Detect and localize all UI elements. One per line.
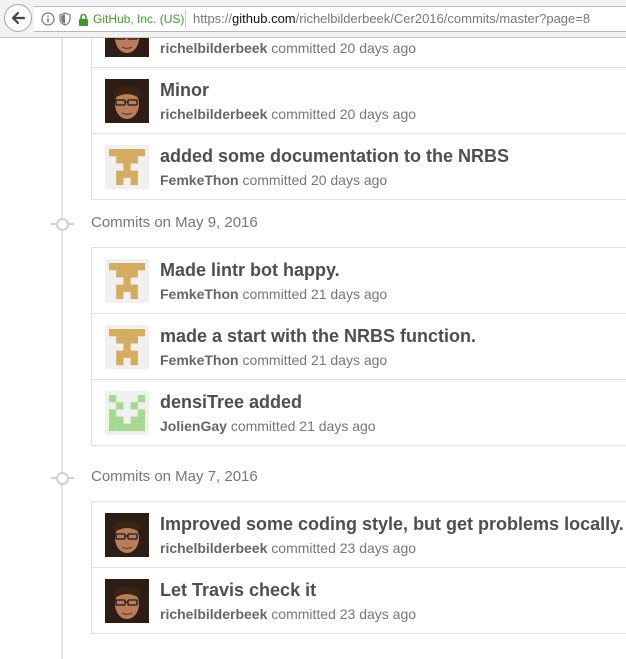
avatar[interactable] — [105, 79, 149, 123]
commit-author[interactable]: richelbilderbeek — [160, 106, 267, 122]
avatar[interactable] — [105, 145, 149, 189]
commit-time[interactable]: 20 days ago — [340, 40, 416, 56]
commit-message[interactable]: Improved some coding style, but get prob… — [160, 514, 624, 535]
back-arrow-icon — [11, 11, 26, 25]
commit-item: Minor richelbilderbeek committed 20 days… — [92, 68, 626, 134]
url-field[interactable]: GitHub, Inc. (US) https://github.com/ric… — [34, 6, 626, 32]
commit-time[interactable]: 20 days ago — [311, 172, 387, 188]
url-scheme: https:// — [193, 11, 233, 26]
avatar[interactable] — [105, 579, 149, 623]
commit-item: Improved some coding style, but get prob… — [92, 502, 626, 568]
info-icon[interactable] — [41, 12, 55, 26]
commit-verb: committed — [271, 40, 336, 56]
commit-item: Let Travis check it richelbilderbeek com… — [92, 568, 626, 634]
commit-time[interactable]: 21 days ago — [311, 352, 387, 368]
commit-item: added some documentation to the NRBS Fem… — [92, 134, 626, 200]
commit-time[interactable]: 21 days ago — [299, 418, 375, 434]
commit-meta: FemkeThon committed 20 days ago — [160, 172, 387, 188]
commit-item: made a start with the NRBS function. Fem… — [92, 314, 626, 380]
commit-meta: richelbilderbeek committed 20 days ago — [160, 40, 416, 56]
tracking-shield-icon[interactable] — [59, 12, 71, 26]
commit-verb: committed — [271, 106, 336, 122]
avatar[interactable] — [105, 38, 149, 57]
commit-author[interactable]: richelbilderbeek — [160, 540, 267, 556]
commit-meta: richelbilderbeek committed 20 days ago — [160, 106, 416, 122]
commit-verb: committed — [230, 418, 296, 434]
commit-time[interactable]: 21 days ago — [311, 286, 387, 302]
commit-date-label: Commits on May 7, 2016 — [91, 468, 258, 485]
commit-author[interactable]: FemkeThon — [160, 172, 239, 188]
avatar[interactable] — [105, 259, 149, 303]
commit-verb: committed — [271, 606, 336, 622]
commit-item: richelbilderbeek committed 20 days ago — [92, 38, 626, 68]
url-path: /richelbilderbeek/Cer2016/commits/master… — [295, 11, 591, 26]
url-separator — [185, 10, 186, 28]
avatar[interactable] — [105, 391, 149, 435]
commit-list-1: Made lintr bot happy. FemkeThon committe… — [91, 247, 626, 446]
commit-list-2: Improved some coding style, but get prob… — [91, 501, 626, 634]
commit-author[interactable]: JolienGay — [160, 418, 227, 434]
commit-date-label: Commits on May 9, 2016 — [91, 214, 258, 231]
commit-message[interactable]: Made lintr bot happy. — [160, 260, 340, 281]
commit-message[interactable]: made a start with the NRBS function. — [160, 326, 476, 347]
commit-time[interactable]: 20 days ago — [340, 106, 416, 122]
avatar[interactable] — [105, 513, 149, 557]
timeline-line — [61, 38, 63, 659]
commit-meta: richelbilderbeek committed 23 days ago — [160, 540, 416, 556]
url-text[interactable]: https://github.com/richelbilderbeek/Cer2… — [193, 11, 590, 26]
site-identity-label[interactable]: GitHub, Inc. (US) — [93, 12, 184, 26]
commit-author[interactable]: richelbilderbeek — [160, 606, 267, 622]
commit-history: richelbilderbeek committed 20 days ago M… — [0, 38, 626, 659]
commit-meta: JolienGay committed 21 days ago — [160, 418, 376, 434]
commit-author[interactable]: richelbilderbeek — [160, 40, 267, 56]
browser-toolbar: GitHub, Inc. (US) https://github.com/ric… — [0, 0, 626, 38]
commit-item: Made lintr bot happy. FemkeThon committe… — [92, 248, 626, 314]
commit-meta: FemkeThon committed 21 days ago — [160, 352, 387, 368]
commit-message[interactable]: densiTree added — [160, 392, 302, 413]
url-domain: github.com — [232, 11, 296, 26]
back-button[interactable] — [4, 4, 32, 32]
commit-message[interactable]: added some documentation to the NRBS — [160, 146, 509, 167]
commit-dot-icon — [51, 472, 74, 485]
commit-verb: committed — [242, 172, 308, 188]
commit-verb: committed — [271, 540, 336, 556]
commit-verb: committed — [242, 286, 308, 302]
commit-meta: FemkeThon committed 21 days ago — [160, 286, 387, 302]
commit-verb: committed — [242, 352, 308, 368]
commit-meta: richelbilderbeek committed 23 days ago — [160, 606, 416, 622]
commit-author[interactable]: FemkeThon — [160, 286, 239, 302]
commit-item: densiTree added JolienGay committed 21 d… — [92, 380, 626, 446]
commit-list-0: richelbilderbeek committed 20 days ago M… — [91, 38, 626, 200]
commit-time[interactable]: 23 days ago — [340, 606, 416, 622]
commit-message[interactable]: Let Travis check it — [160, 580, 316, 601]
commit-dot-icon — [51, 218, 74, 231]
commit-message[interactable]: Minor — [160, 80, 209, 101]
commit-author[interactable]: FemkeThon — [160, 352, 239, 368]
avatar[interactable] — [105, 325, 149, 369]
commit-time[interactable]: 23 days ago — [340, 540, 416, 556]
lock-icon — [79, 13, 88, 26]
